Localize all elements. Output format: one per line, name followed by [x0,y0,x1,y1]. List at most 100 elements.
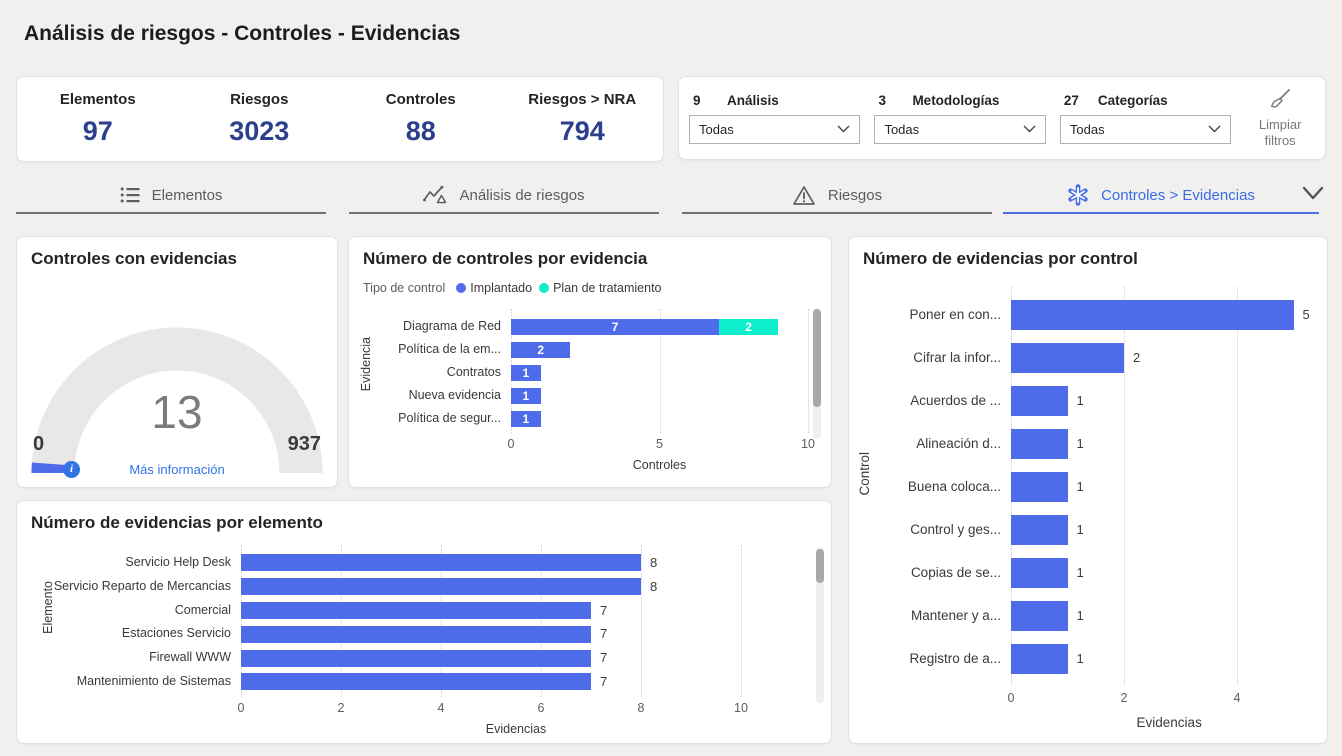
bar-value-label: 2 [1133,336,1140,379]
chevron-down-icon [1208,125,1221,133]
filter-dropdown[interactable]: Todas [1060,115,1231,144]
gridline [1124,287,1125,685]
bar-value-label: 1 [1077,422,1084,465]
tab-label: Análisis de riesgos [459,187,584,204]
dropdown-value: Todas [884,122,919,137]
x-tick-label: 4 [1215,691,1259,705]
x-axis-title: Evidencias [1089,715,1249,730]
chart-plot: 0246810Servicio Help Desk8Servicio Repar… [17,501,831,743]
x-tick-label: 10 [719,701,763,715]
kpi-item: Riesgos > NRA794 [502,91,664,147]
bar[interactable]: 1 [511,411,541,427]
kpi-label: Riesgos [179,91,341,108]
filter-header: 9Análisis [693,93,860,108]
gridline [641,545,642,697]
x-tick-label: 2 [1102,691,1146,705]
tab-controles-evidencias[interactable]: Controles > Evidencias [1003,178,1319,214]
bar[interactable]: 7 [511,319,719,335]
scrollbar-thumb[interactable] [813,309,821,407]
bar-value-label: 5 [1303,293,1310,336]
bar[interactable] [241,673,591,690]
bar[interactable] [1011,644,1068,674]
kpi-item: Riesgos 3023 [179,91,341,147]
tab-bar: Elementos Análisis de riesgos Riesgos Contr… [16,178,1326,218]
chart-card-evidencias-por-control: Número de evidencias por control 024Pone… [848,236,1328,744]
bar-value-label: 7 [600,599,607,623]
category-label: Mantenimiento de Sistemas [23,670,231,694]
kpi-label: Controles [340,91,502,108]
kpi-card: Elementos97Riesgos3023Controles88Riesgos… [16,76,664,162]
bar[interactable] [1011,601,1068,631]
filter-count: 3 [878,93,912,108]
clear-filters-button[interactable]: Limpiarfiltros [1245,88,1315,149]
bar-value-label: 7 [511,319,719,335]
bar-value-label: 1 [511,388,541,404]
chart-title: Controles con evidencias [31,249,237,269]
bar[interactable] [1011,343,1124,373]
kpi-value: 794 [502,116,664,147]
bar-value-label: 1 [1077,379,1084,422]
category-label: Servicio Help Desk [23,551,231,575]
bar[interactable] [241,626,591,643]
bar[interactable] [1011,558,1068,588]
category-label: Copias de se... [855,551,1001,594]
warning-triangle-icon [792,185,816,206]
kpi-value: 3023 [179,116,341,147]
filter-dropdown[interactable]: Todas [689,115,860,144]
bar[interactable] [1011,429,1068,459]
bar[interactable] [1011,515,1068,545]
bar-value-label: 1 [1077,465,1084,508]
gridline [741,545,742,697]
filter-dropdown[interactable]: Todas [874,115,1045,144]
bar[interactable] [1011,386,1068,416]
broom-icon [1245,88,1315,114]
bar-value-label: 2 [719,319,778,335]
y-axis-title: Control [857,452,872,496]
category-label: Alineación d... [855,422,1001,465]
x-tick-label: 10 [786,437,830,451]
bar[interactable] [241,602,591,619]
scrollbar-thumb[interactable] [816,549,824,583]
y-axis-title: Evidencia [359,337,373,391]
bar[interactable] [241,650,591,667]
bar-value-label: 1 [1077,637,1084,680]
tab-riesgos[interactable]: Riesgos [682,178,992,214]
chart-plot: 0510Diagrama de Red72Política de la em..… [349,237,831,487]
gridline [1237,287,1238,685]
filter-group-análisis: 9Análisis Todas [689,93,860,144]
chart-plot: 024Poner en con...5Cifrar la infor...2Ac… [849,237,1327,743]
category-label: Contratos [355,361,501,384]
bar[interactable]: 1 [511,365,541,381]
filter-label: Categorías [1098,93,1168,108]
category-label: Acuerdos de ... [855,379,1001,422]
x-axis-title: Controles [580,458,740,472]
risk-analysis-icon [423,185,447,205]
bar[interactable] [1011,472,1068,502]
bar-value-label: 1 [1077,508,1084,551]
tab-elementos[interactable]: Elementos [16,178,326,214]
bar-value-label: 1 [1077,594,1084,637]
bar[interactable]: 1 [511,388,541,404]
bar[interactable]: 2 [511,342,570,358]
kpi-value: 97 [17,116,179,147]
bar[interactable] [241,578,641,595]
category-label: Poner en con... [855,293,1001,336]
bar[interactable]: 2 [719,319,778,335]
tab-an-lisis-de-riesgos[interactable]: Análisis de riesgos [349,178,659,214]
category-label: Buena coloca... [855,465,1001,508]
bar[interactable] [241,554,641,571]
category-label: Firewall WWW [23,646,231,670]
bar-value-label: 7 [600,670,607,694]
filter-count: 27 [1064,93,1098,108]
x-tick-label: 5 [638,437,682,451]
y-axis-title: Elemento [41,581,55,634]
filter-group-categorías: 27Categorías Todas [1060,93,1231,144]
filter-panel: 9AnálisisTodas3MetodologíasTodas27Catego… [678,76,1326,160]
bar-value-label: 8 [650,575,657,599]
x-tick-label: 2 [319,701,363,715]
category-label: Mantener y a... [855,594,1001,637]
bar[interactable] [1011,300,1294,330]
clear-filters-label: Limpiar [1245,117,1315,133]
tab-label: Riesgos [828,187,882,204]
more-info-link[interactable]: Más información [17,462,337,477]
